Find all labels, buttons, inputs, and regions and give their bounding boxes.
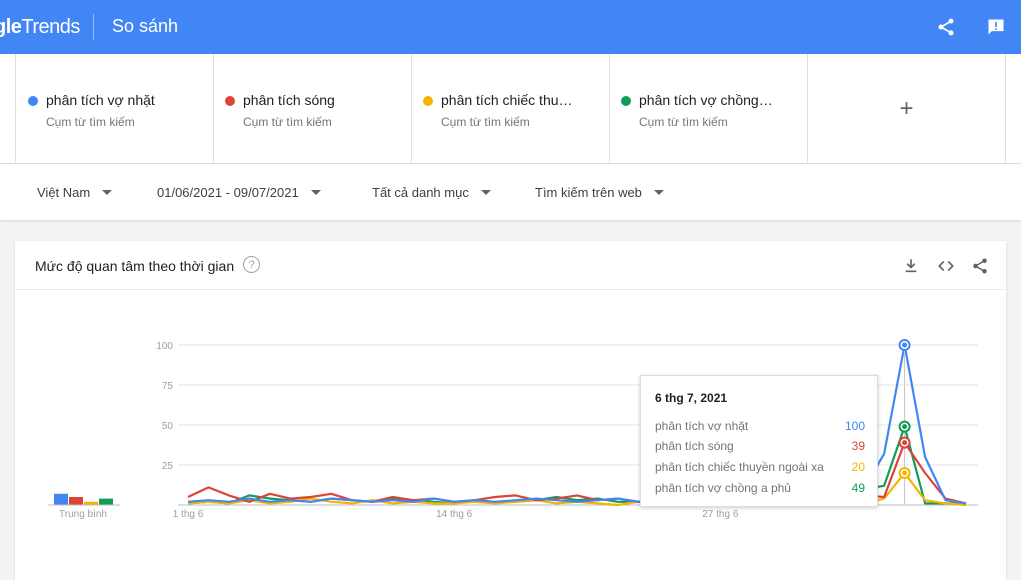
highlight-point-core: [902, 440, 908, 446]
highlight-point-core: [902, 470, 908, 476]
average-bar: [69, 497, 83, 505]
y-tick-label: 25: [162, 461, 174, 472]
tooltip-term: phân tích vợ chồng a phủ: [655, 481, 791, 495]
y-tick-label: 75: [162, 381, 174, 392]
chart-tooltip: 6 thg 7, 2021 phân tích vợ nhặt 100 phân …: [640, 375, 878, 507]
y-tick-label: 50: [162, 421, 174, 432]
average-bar: [54, 493, 68, 505]
tooltip-date: 6 thg 7, 2021: [655, 391, 728, 405]
x-tick-label: 14 thg 6: [436, 509, 473, 520]
tooltip-value: 100: [844, 419, 865, 433]
y-tick-label: 100: [156, 341, 173, 352]
average-bar: [99, 498, 113, 505]
average-label: Trung bình: [59, 509, 107, 520]
tooltip-term: phân tích chiếc thuyền ngoài xa: [655, 460, 824, 474]
highlight-point-core: [902, 424, 908, 430]
tooltip-value: 39: [851, 439, 865, 453]
highlight-point-core: [902, 342, 908, 348]
x-tick-label: 27 thg 6: [702, 509, 739, 520]
tooltip-term: phân tích sóng: [655, 439, 734, 453]
tooltip-value: 20: [851, 460, 865, 474]
tooltip-term: phân tích vợ nhặt: [655, 419, 749, 433]
x-tick-label: 1 thg 6: [173, 509, 204, 520]
tooltip-value: 49: [851, 481, 865, 495]
